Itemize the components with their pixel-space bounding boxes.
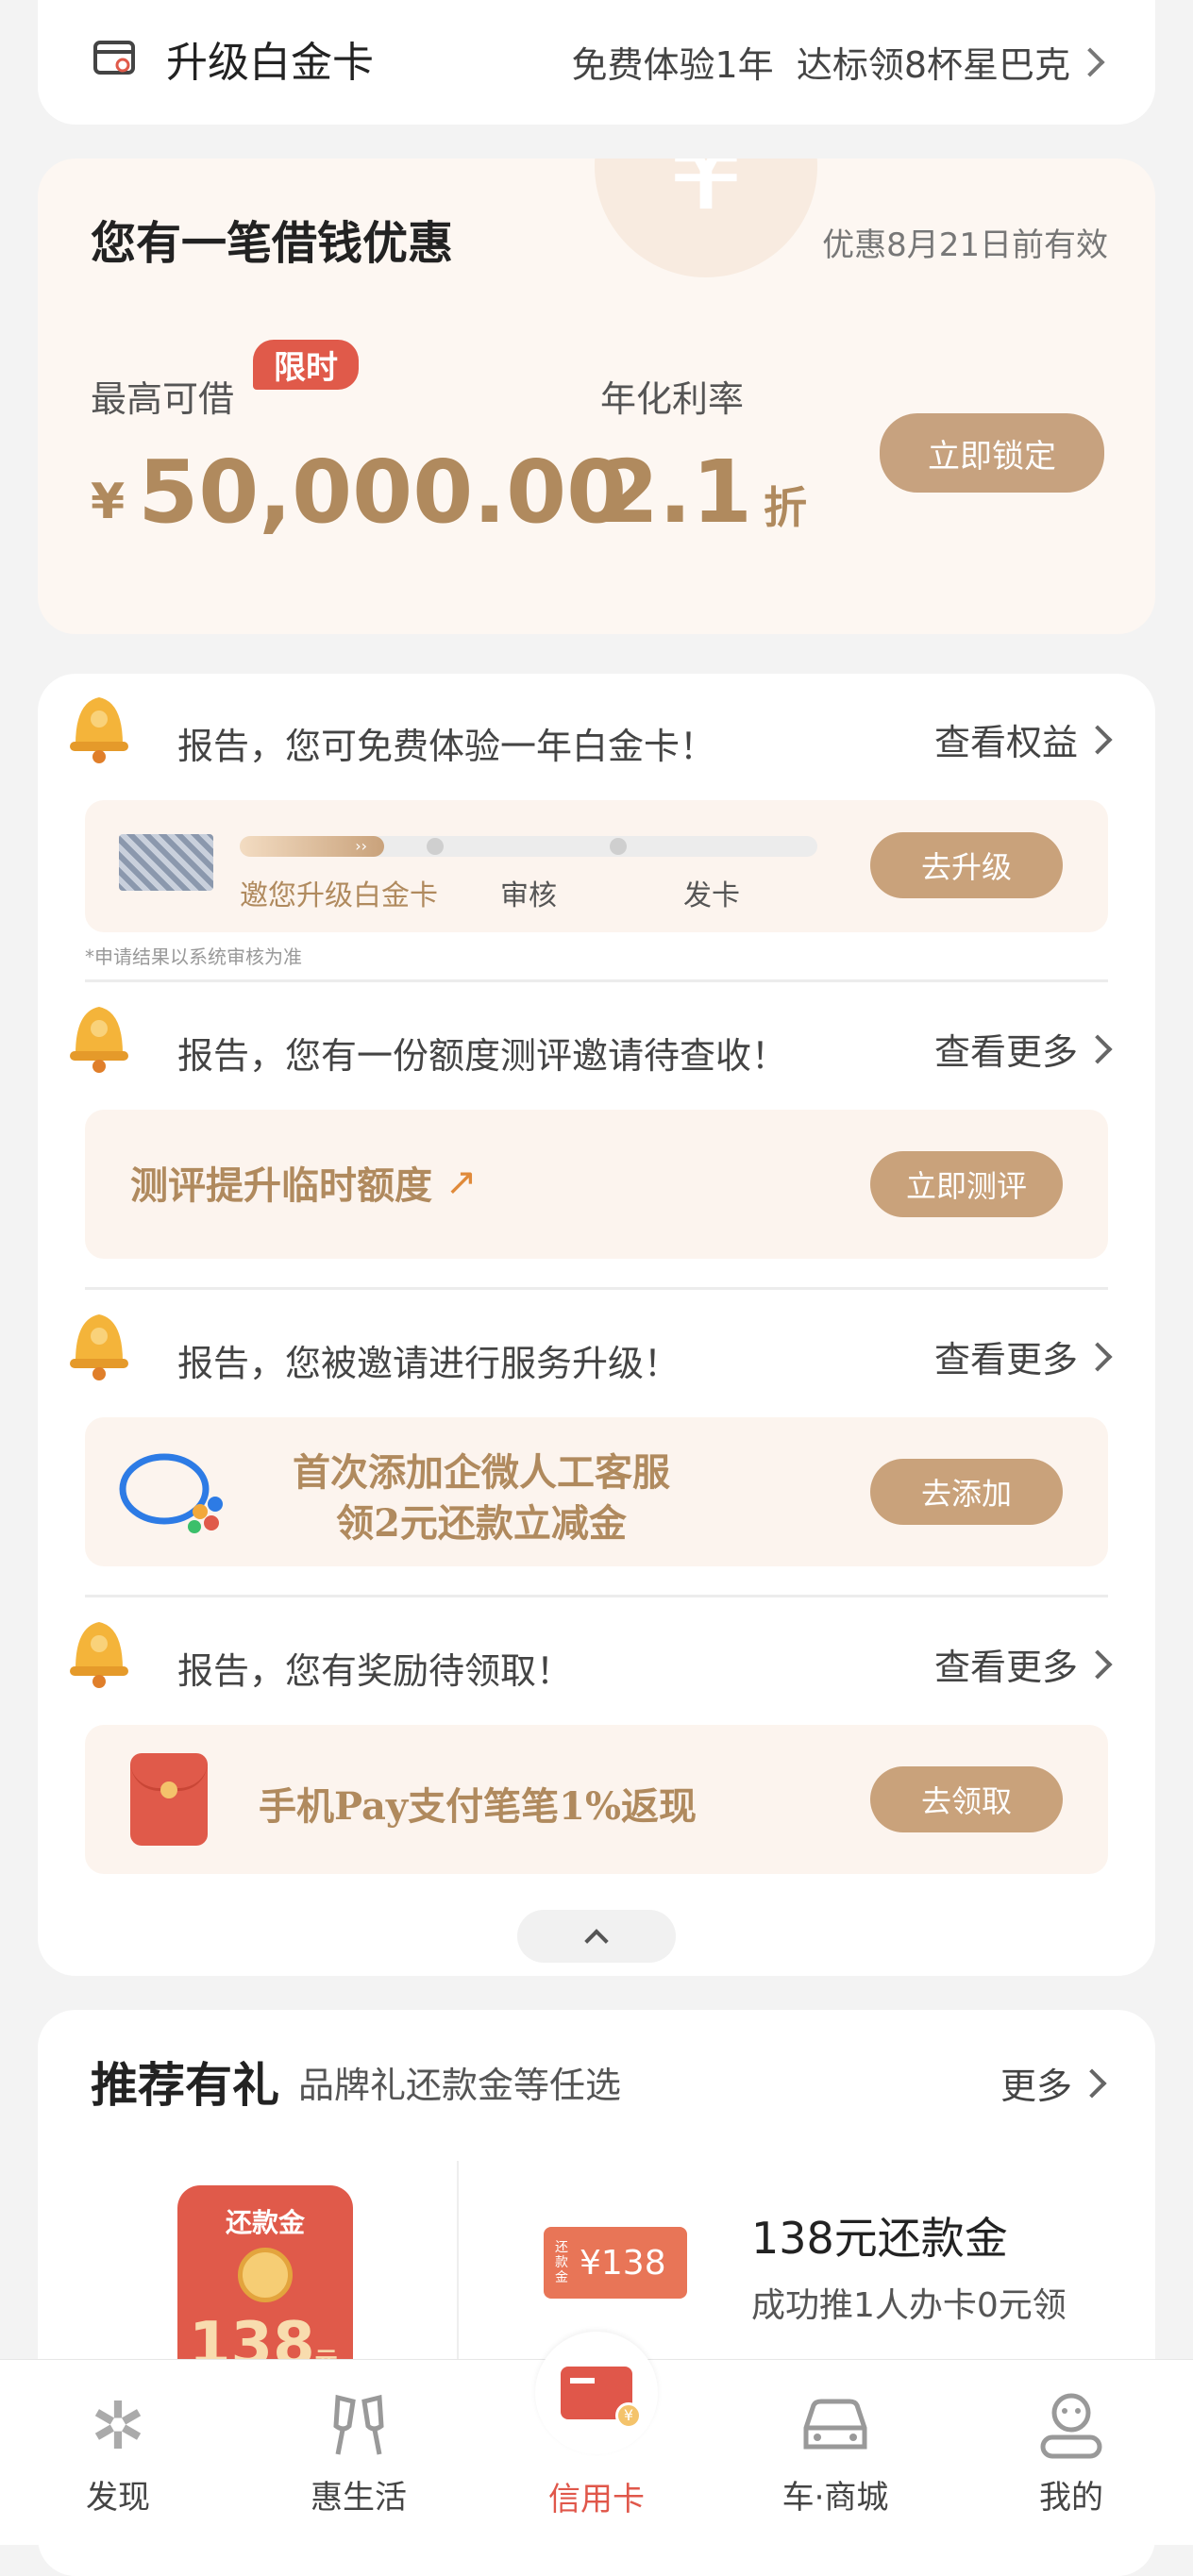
upgrade-card[interactable]: 升级白金卡 免费体验1年 达标领8杯星巴克 (38, 0, 1155, 125)
car-icon (803, 2399, 867, 2450)
recommend-more-label: 更多 (1000, 2066, 1072, 2107)
chevron-right-icon (1077, 2067, 1107, 2099)
report-4-text: 报告，您有奖励待领取！ (177, 1650, 573, 1692)
rate-value: 2.1 (598, 442, 752, 543)
ticket-side-label: 还款金 (555, 2240, 568, 2285)
lock-now-button[interactable]: 立即锁定 (880, 413, 1104, 493)
pay-cashback-box[interactable]: 手机Pay支付笔笔1%返现 去领取 (85, 1725, 1108, 1874)
item-description: 成功推1人办卡0元领 (751, 2286, 1067, 2325)
go-add-button[interactable]: 去添加 (870, 1459, 1063, 1525)
ticket-amount: ¥138 (580, 2243, 666, 2283)
loan-title: 您有一笔借钱优惠 (91, 217, 454, 270)
view-benefits-link[interactable]: 查看权益 (933, 713, 1113, 765)
tab-car-mall[interactable]: 车·商城 (755, 2388, 916, 2517)
bottom-tab-bar: ✲ 发现 惠生活 ¥ 信用卡 车·商城 我的 (0, 2332, 1193, 2545)
progress-fill: ›› (240, 836, 384, 857)
credit-eval-box[interactable]: 测评提升临时额度 ↗ 立即测评 (85, 1110, 1108, 1259)
view-benefits-label: 查看权益 (933, 722, 1078, 763)
loan-validity: 优惠8月21日前有效 (822, 226, 1108, 264)
progress-dot (610, 838, 627, 855)
flower-icon: ✲ (90, 2387, 146, 2465)
platinum-card-thumbnail (119, 834, 213, 891)
item-title: 138元还款金 (751, 2213, 1008, 2264)
divider (85, 1287, 1108, 1290)
review-note: *申请结果以系统审核为准 (85, 945, 302, 968)
card-icon (93, 41, 135, 75)
chevron-right-icon (1075, 46, 1105, 77)
tab-credit-card[interactable]: ¥ 信用卡 (521, 2332, 672, 2519)
bell-icon (70, 1622, 128, 1688)
loan-amount: 50,000.00 (138, 442, 628, 543)
upgrade-title: 升级白金卡 (166, 39, 374, 87)
profile-icon (1040, 2393, 1102, 2459)
view-more-label: 查看更多 (933, 1031, 1078, 1073)
chevron-right-icon (1083, 724, 1113, 755)
recommend-more-link[interactable]: 更多 (1000, 2057, 1107, 2109)
recommend-title: 推荐有礼 (91, 2057, 279, 2113)
report-3-text: 报告，您被邀请进行服务升级！ (177, 1343, 681, 1384)
red-envelope-icon (130, 1753, 208, 1846)
bell-icon (70, 697, 128, 763)
progress-track: ›› (240, 836, 817, 857)
upgrade-progress-box: ›› 邀您升级白金卡 审核 发卡 去升级 (85, 800, 1108, 932)
loan-card[interactable]: ¥ 您有一笔借钱优惠 优惠8月21日前有效 最高可借 限时 ¥ 50,000.0… (38, 159, 1155, 634)
arrow-up-icon: ↗ (445, 1161, 478, 1204)
tab-label: 信用卡 (548, 2481, 645, 2518)
recommend-subtitle: 品牌礼还款金等任选 (298, 2064, 622, 2106)
credit-eval-promo: 测评提升临时额度 (130, 1163, 432, 1208)
view-more-link[interactable]: 查看更多 (933, 1638, 1113, 1690)
go-claim-button[interactable]: 去领取 (870, 1766, 1063, 1832)
step-review: 审核 (500, 879, 557, 912)
credit-card-icon: ¥ (535, 2332, 658, 2454)
wecom-promo-line2: 领2元还款立减金 (336, 1501, 627, 1546)
envelope-label: 还款金 (225, 2207, 305, 2238)
wecom-service-box[interactable]: 首次添加企微人工客服 领2元还款立减金 去添加 (85, 1417, 1108, 1566)
chevron-right-icon (1083, 1648, 1113, 1680)
max-borrow-label: 最高可借 (91, 378, 235, 420)
tab-label: 车·商城 (781, 2479, 889, 2517)
step-issue: 发卡 (683, 879, 740, 912)
view-more-label: 查看更多 (933, 1647, 1078, 1688)
cheers-icon (333, 2394, 384, 2455)
report-2-text: 报告，您有一份额度测评邀请待查收！ (177, 1035, 788, 1077)
yen-watermark-icon: ¥ (595, 159, 817, 277)
tab-label: 发现 (86, 2479, 150, 2517)
tab-discover[interactable]: ✲ 发现 (47, 2388, 189, 2517)
coin-icon (238, 2248, 293, 2302)
tab-label: 我的 (1039, 2479, 1103, 2517)
progress-dot (427, 838, 444, 855)
rate-unit: 折 (763, 481, 807, 533)
rate-label: 年化利率 (600, 378, 745, 420)
chevron-right-icon (1083, 1033, 1113, 1064)
wecom-promo-line1: 首次添加企微人工客服 (293, 1450, 670, 1495)
divider (85, 979, 1108, 982)
bell-icon (70, 1007, 128, 1073)
tab-life[interactable]: 惠生活 (283, 2388, 434, 2517)
currency-symbol: ¥ (91, 473, 126, 530)
reports-card: 报告，您可免费体验一年白金卡！ 查看权益 ›› 邀您升级白金卡 审核 发卡 去升… (38, 674, 1155, 1976)
view-more-label: 查看更多 (933, 1339, 1078, 1380)
collapse-button[interactable] (517, 1910, 676, 1963)
repayment-ticket-icon: 还款金 ¥138 (544, 2227, 687, 2299)
chevron-up-icon (584, 1929, 609, 1953)
bell-icon (70, 1314, 128, 1380)
chevron-right-icon (1083, 1341, 1113, 1372)
pay-cashback-promo: 手机Pay支付笔笔1%返现 (259, 1784, 697, 1829)
upgrade-subtitle: 免费体验1年 达标领8杯星巴克 (571, 44, 1070, 86)
view-more-link[interactable]: 查看更多 (933, 1330, 1113, 1382)
go-upgrade-button[interactable]: 去升级 (870, 832, 1063, 898)
limited-badge: 限时 (253, 340, 359, 390)
report-1-text: 报告，您可免费体验一年白金卡！ (177, 726, 716, 767)
divider (85, 1595, 1108, 1597)
tab-me[interactable]: 我的 (1000, 2388, 1142, 2517)
evaluate-now-button[interactable]: 立即测评 (870, 1151, 1063, 1217)
view-more-link[interactable]: 查看更多 (933, 1023, 1113, 1075)
wecom-chat-icon (119, 1453, 223, 1533)
tab-label: 惠生活 (311, 2479, 407, 2517)
step-invite: 邀您升级白金卡 (240, 879, 438, 912)
